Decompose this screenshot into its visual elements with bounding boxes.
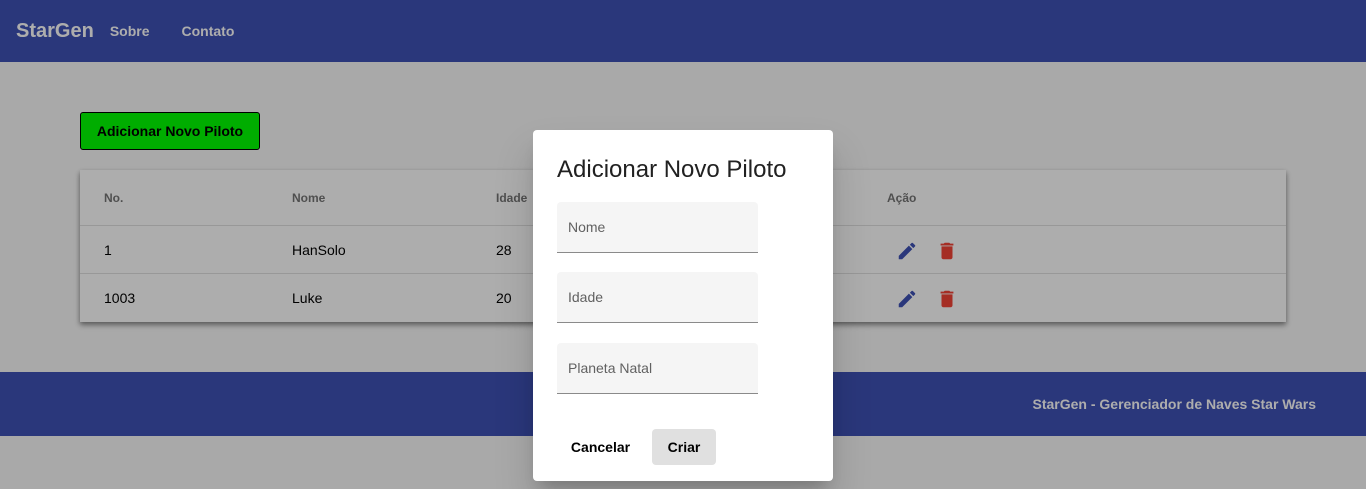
idade-input[interactable] — [557, 272, 758, 322]
nome-field — [557, 202, 758, 253]
nome-input[interactable] — [557, 202, 758, 252]
dialog-title: Adicionar Novo Piloto — [557, 156, 787, 183]
cancel-button[interactable]: Cancelar — [557, 429, 644, 465]
idade-field — [557, 272, 758, 323]
planeta-natal-input[interactable] — [557, 343, 758, 393]
planeta-natal-field — [557, 343, 758, 394]
create-button[interactable]: Criar — [652, 429, 716, 465]
add-pilot-dialog: Adicionar Novo Piloto Cancelar Criar — [533, 130, 833, 481]
